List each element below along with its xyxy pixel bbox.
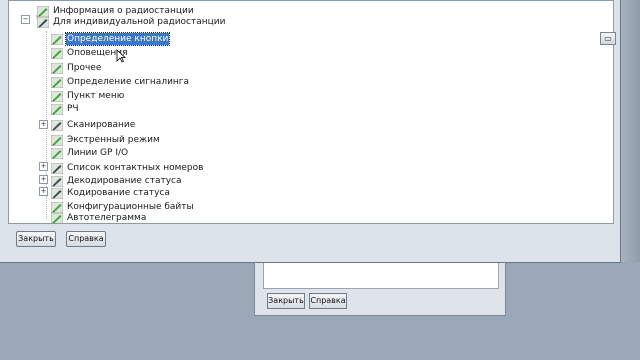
- tree-item-label: Линии GP I/O: [67, 148, 129, 158]
- tree-item[interactable]: Пункт меню: [51, 90, 125, 102]
- tree-item-label: Прочее: [67, 63, 102, 73]
- pencil-icon: [51, 187, 63, 199]
- back-close-button[interactable]: Закрыть: [267, 293, 305, 309]
- expand-icon[interactable]: +: [39, 120, 48, 129]
- tree-item-selected[interactable]: Определение кнопки: [51, 32, 171, 46]
- pencil-icon: [51, 76, 63, 88]
- tree-item-label: Определение кнопки: [64, 32, 171, 46]
- pencil-icon: [51, 90, 63, 102]
- pencil-icon: [37, 5, 49, 17]
- tree-item[interactable]: Декодирование статуса: [51, 175, 183, 187]
- tree-item[interactable]: Автотелеграмма: [51, 212, 147, 223]
- settings-tree: Информация о радиостанции − Для индивиду…: [8, 0, 614, 224]
- pencil-icon: [51, 147, 63, 159]
- tree-item[interactable]: РЧ: [51, 103, 80, 115]
- tree-item-label: Пункт меню: [67, 91, 125, 101]
- tree-item-label: Список контактных номеров: [67, 163, 204, 173]
- tree-item[interactable]: Экстренный режим: [51, 134, 161, 146]
- expand-icon[interactable]: +: [39, 162, 48, 171]
- tree-item-label: Для индивидуальной радиостанции: [53, 17, 226, 27]
- pencil-icon: [51, 175, 63, 187]
- expand-icon[interactable]: +: [39, 187, 48, 196]
- tree-item-label: Экстренный режим: [67, 135, 160, 145]
- tree-item-label: Сканирование: [67, 120, 136, 130]
- pencil-icon: [51, 134, 63, 146]
- pencil-icon: [51, 33, 63, 45]
- tree-item[interactable]: Определение сигналинга: [51, 76, 190, 88]
- tree-item-label: Кодирование статуса: [67, 188, 170, 198]
- tree-item[interactable]: Прочее: [51, 62, 102, 74]
- pencil-icon: [51, 47, 63, 59]
- tree-item[interactable]: Список контактных номеров: [51, 162, 204, 174]
- tree-item[interactable]: Кодирование статуса: [51, 187, 171, 199]
- expand-icon[interactable]: +: [39, 175, 48, 184]
- pencil-icon: [51, 201, 63, 213]
- pencil-icon: [51, 212, 63, 223]
- settings-window: Информация о радиостанции − Для индивиду…: [0, 0, 621, 263]
- tree-item[interactable]: Для индивидуальной радиостанции: [37, 16, 226, 28]
- collapse-icon[interactable]: −: [21, 15, 30, 24]
- pencil-icon: [51, 62, 63, 74]
- mouse-pointer-icon: [116, 49, 126, 63]
- close-button[interactable]: Закрыть: [16, 231, 56, 247]
- pencil-icon: [51, 162, 63, 174]
- back-help-button[interactable]: Справка: [309, 293, 347, 309]
- tree-item-label: Автотелеграмма: [67, 213, 147, 223]
- tree-item-label: РЧ: [67, 104, 79, 114]
- pencil-icon: [51, 119, 63, 131]
- tree-item[interactable]: Сканирование: [51, 119, 136, 131]
- pencil-icon: [51, 103, 63, 115]
- minimize-icon[interactable]: ▭: [600, 32, 616, 45]
- tree-item-label: Определение сигналинга: [67, 77, 190, 87]
- tree-item[interactable]: Линии GP I/O: [51, 147, 129, 159]
- pencil-icon: [37, 16, 49, 28]
- tree-item-label: Декодирование статуса: [67, 176, 182, 186]
- help-button[interactable]: Справка: [66, 231, 106, 247]
